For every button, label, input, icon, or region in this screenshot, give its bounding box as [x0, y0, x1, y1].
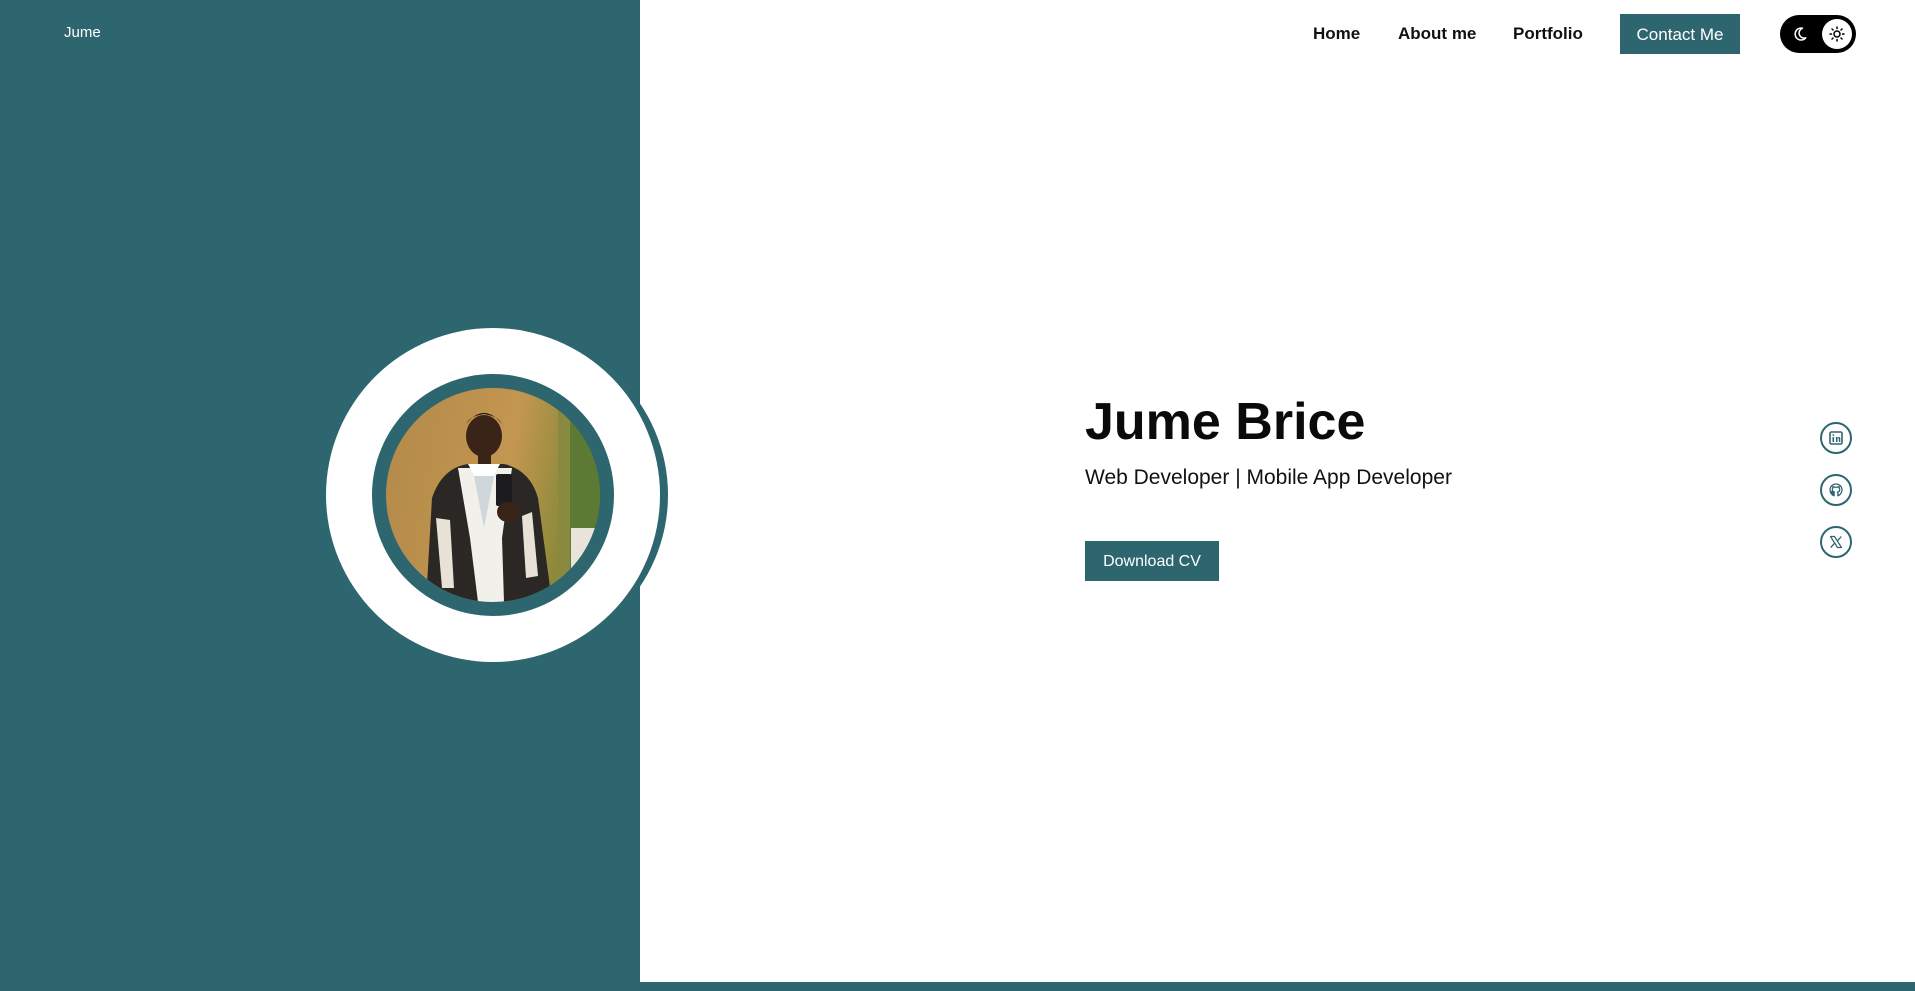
portfolio-page: Jume Home About me Portfolio Contact Me: [0, 0, 1915, 991]
main-content-panel: [640, 0, 1915, 982]
theme-toggle[interactable]: [1780, 15, 1856, 53]
toggle-knob[interactable]: [1822, 19, 1852, 49]
nav-about[interactable]: About me: [1398, 24, 1476, 44]
x-link[interactable]: [1820, 526, 1852, 558]
sun-icon: [1829, 26, 1845, 42]
linkedin-link[interactable]: [1820, 422, 1852, 454]
brand-logo[interactable]: Jume: [64, 24, 101, 41]
download-cv-button[interactable]: Download CV: [1085, 541, 1219, 581]
moon-icon: [1794, 27, 1807, 41]
hero-role: Web Developer | Mobile App Developer: [1085, 466, 1452, 489]
contact-me-button[interactable]: Contact Me: [1620, 14, 1740, 54]
linkedin-icon: [1829, 431, 1843, 445]
person-figure: [426, 388, 600, 602]
x-icon: [1829, 535, 1843, 549]
nav-portfolio[interactable]: Portfolio: [1513, 24, 1583, 44]
hero-name: Jume Brice: [1085, 393, 1366, 451]
profile-photo: [386, 388, 600, 602]
github-link[interactable]: [1820, 474, 1852, 506]
nav-home[interactable]: Home: [1313, 24, 1360, 44]
github-icon: [1829, 483, 1843, 497]
